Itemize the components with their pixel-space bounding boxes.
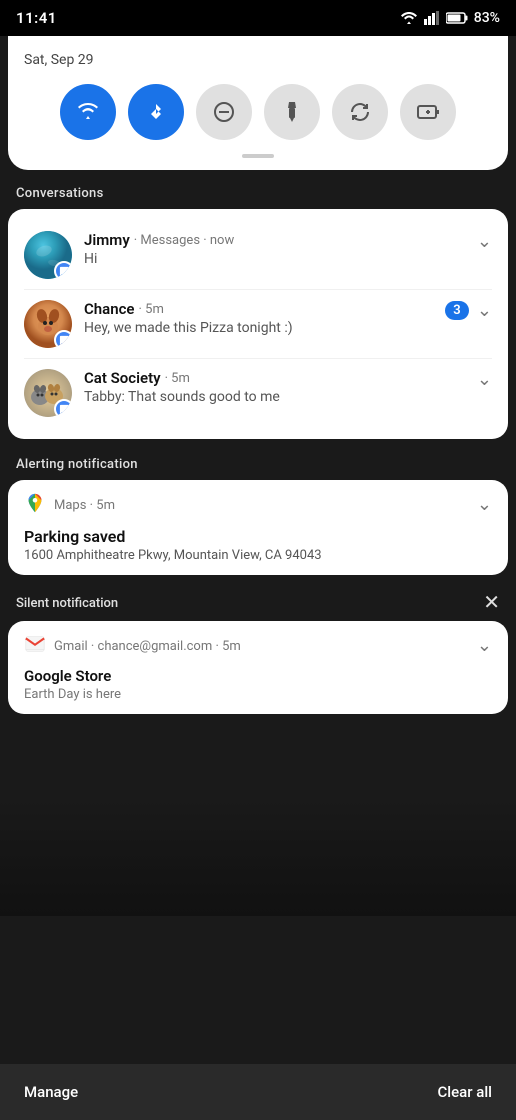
battery-saver-toggle[interactable] (400, 84, 456, 140)
maps-notif-header: Maps · 5m (24, 492, 477, 519)
chance-actions: 3 ⌄ (445, 300, 492, 321)
jimmy-actions: ⌄ (477, 231, 492, 252)
chance-notif-header: Chance · 5m (84, 300, 492, 318)
conversations-card: Jimmy · Messages · now Hi ⌄ (8, 209, 508, 439)
chance-chevron[interactable]: ⌄ (477, 300, 492, 321)
cat-society-notif-header: Cat Society · 5m (84, 369, 492, 387)
conversation-jimmy[interactable]: Jimmy · Messages · now Hi ⌄ (24, 221, 492, 290)
scroll-indicator (242, 154, 274, 158)
silent-section-label: Silent notification (16, 596, 118, 611)
cat-society-actions: ⌄ (477, 369, 492, 390)
wifi-status-icon (400, 11, 418, 25)
battery-percent: 83% (474, 10, 500, 26)
manage-button[interactable]: Manage (24, 1083, 78, 1101)
battery-status-icon (446, 12, 468, 24)
quick-toggles-row (24, 84, 492, 140)
silent-close-button[interactable]: ✕ (483, 593, 500, 613)
conversation-cat-society[interactable]: Cat Society · 5m Tabby: That sounds good… (24, 359, 492, 427)
background-gradient (0, 796, 516, 916)
cat-society-meta: · 5m (165, 371, 190, 386)
quick-settings-date: Sat, Sep 29 (24, 52, 492, 68)
alerting-notification-card: Maps · 5m Parking saved 1600 Amphitheatr… (8, 480, 508, 575)
cat-society-chevron[interactable]: ⌄ (477, 369, 492, 390)
maps-icon (24, 492, 46, 519)
maps-app-name: Maps · 5m (54, 498, 115, 513)
gmail-notif-body: Earth Day is here (24, 687, 477, 702)
signal-status-icon (424, 11, 440, 25)
jimmy-preview: Hi (84, 251, 384, 267)
status-time: 11:41 (16, 9, 57, 27)
rotate-toggle[interactable] (332, 84, 388, 140)
clear-all-button[interactable]: Clear all (438, 1083, 493, 1101)
cat-society-name: Cat Society (84, 369, 161, 387)
maps-chevron[interactable]: ⌄ (477, 494, 492, 515)
chance-name: Chance (84, 300, 135, 318)
gmail-chevron[interactable]: ⌄ (477, 635, 492, 656)
bluetooth-toggle[interactable] (128, 84, 184, 140)
conversations-section-label: Conversations (0, 170, 516, 209)
silent-notification-card: Gmail · chance@gmail.com · 5m Google Sto… (8, 621, 508, 714)
maps-notif-title: Parking saved (24, 527, 477, 546)
cat-society-preview: Tabby: That sounds good to me (84, 389, 384, 405)
gmail-notif-header: Gmail · chance@gmail.com · 5m (24, 633, 477, 659)
messages-badge-cat (54, 399, 72, 417)
conversation-chance[interactable]: Chance · 5m Hey, we made this Pizza toni… (24, 290, 492, 359)
jimmy-notif-content: Jimmy · Messages · now Hi (84, 231, 492, 267)
cat-society-notif-content: Cat Society · 5m Tabby: That sounds good… (84, 369, 492, 405)
jimmy-name: Jimmy (84, 231, 130, 249)
chance-meta: · 5m (139, 302, 164, 317)
dnd-toggle[interactable] (196, 84, 252, 140)
bottom-spacer (0, 716, 516, 796)
bottom-bar: Manage Clear all (0, 1064, 516, 1120)
silent-section-header: Silent notification ✕ (0, 577, 516, 621)
status-bar: 11:41 83% (0, 0, 516, 36)
jimmy-meta: · Messages · now (134, 233, 234, 248)
gmail-notif-title: Google Store (24, 667, 477, 685)
jimmy-chevron[interactable]: ⌄ (477, 231, 492, 252)
chance-notif-content: Chance · 5m Hey, we made this Pizza toni… (84, 300, 492, 336)
alerting-section-label: Alerting notification (0, 441, 516, 480)
avatar-cat-society (24, 369, 72, 417)
wifi-toggle[interactable] (60, 84, 116, 140)
gmail-icon (24, 633, 46, 659)
messages-badge-chance (54, 330, 72, 348)
avatar-chance (24, 300, 72, 348)
chance-preview: Hey, we made this Pizza tonight :) (84, 320, 384, 336)
status-icons: 83% (400, 10, 500, 26)
gmail-app-name: Gmail · chance@gmail.com · 5m (54, 639, 241, 654)
avatar-jimmy (24, 231, 72, 279)
flashlight-toggle[interactable] (264, 84, 320, 140)
messages-badge (54, 261, 72, 279)
maps-notif-body: 1600 Amphitheatre Pkwy, Mountain View, C… (24, 548, 477, 563)
quick-settings-panel: Sat, Sep 29 (8, 36, 508, 170)
jimmy-notif-header: Jimmy · Messages · now (84, 231, 492, 249)
chance-count-badge: 3 (445, 301, 469, 320)
